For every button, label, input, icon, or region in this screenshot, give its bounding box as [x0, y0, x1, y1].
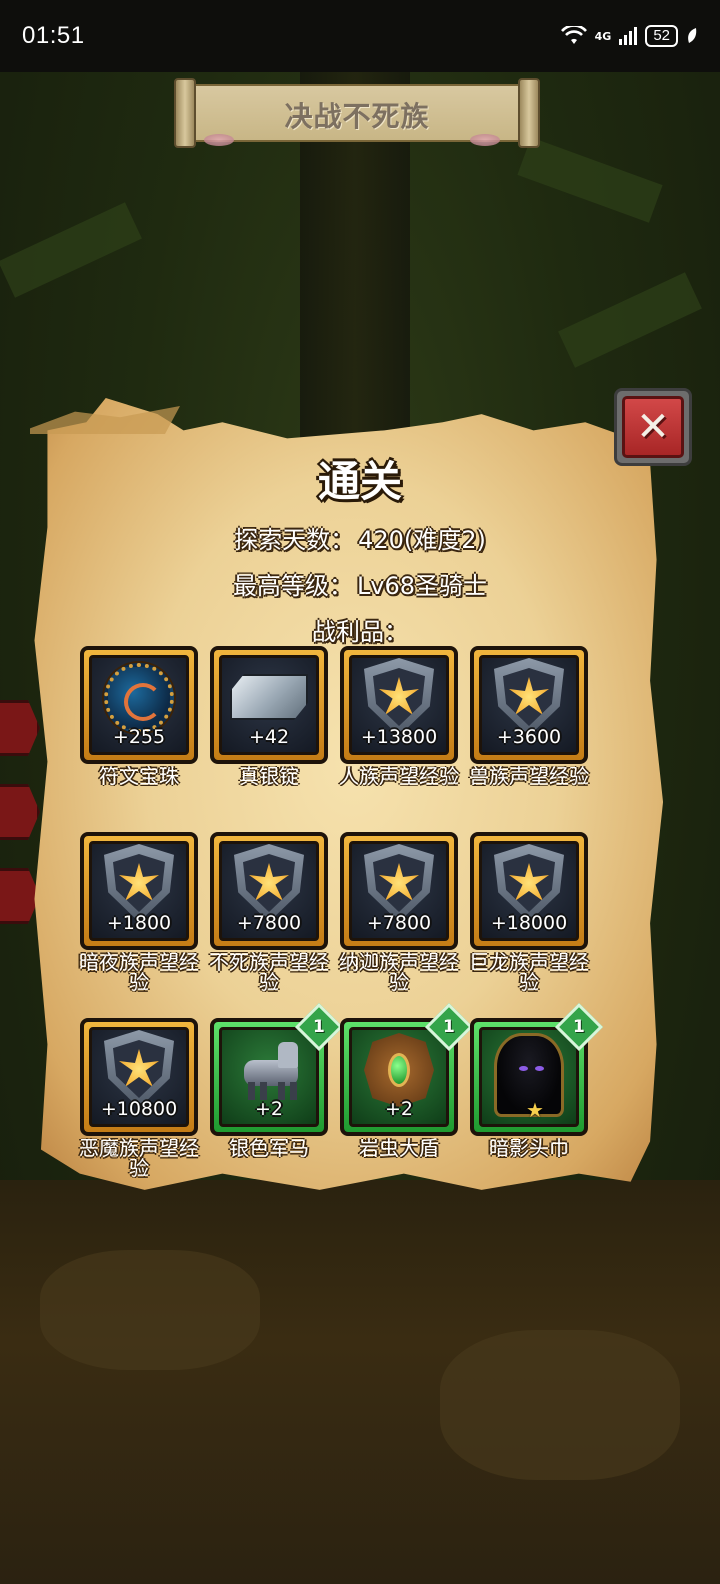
silver-ingot-icon	[230, 674, 308, 720]
silver-warhorse-icon	[232, 1038, 306, 1102]
item-name: 巨龙族声望经验	[469, 952, 589, 992]
item-frame[interactable]: +2 1	[210, 1002, 344, 1136]
reputation-shield-icon	[494, 658, 564, 736]
star-icon: ★	[526, 1098, 544, 1122]
max-level-value: Lv68圣骑士	[356, 572, 488, 600]
clock: 01:51	[22, 22, 85, 49]
loot-item[interactable]: +42 真银锭	[210, 646, 328, 810]
item-quantity: +42	[248, 726, 290, 748]
item-quantity: +13800	[360, 726, 438, 748]
item-quantity: +7800	[366, 912, 432, 934]
loot-item[interactable]: +2 1 银色军马	[210, 1002, 344, 1182]
network-type: 4G	[594, 29, 612, 43]
item-frame[interactable]: +10800	[80, 1018, 198, 1136]
loot-grid: +255 符文宝珠 +42 真银锭 +13800 人族声望经验 +3600 兽族…	[79, 646, 604, 1182]
item-quantity: +3600	[496, 726, 562, 748]
item-frame[interactable]: +2 1	[340, 1002, 474, 1136]
reputation-shield-icon	[104, 844, 174, 922]
rock	[40, 1250, 260, 1370]
max-level-row: 最高等级： Lv68圣骑士	[0, 566, 720, 601]
item-frame[interactable]: +42	[210, 646, 328, 764]
status-bar: 01:51 4G 52	[0, 0, 720, 72]
reputation-shield-icon	[104, 1030, 174, 1108]
reputation-shield-icon	[364, 844, 434, 922]
item-name: 岩虫大盾	[359, 1138, 439, 1158]
rockworm-shield-icon	[364, 1033, 434, 1107]
loot-item[interactable]: +13800 人族声望经验	[339, 646, 459, 810]
rune-orb-icon	[104, 663, 174, 733]
item-name: 不死族声望经验	[209, 952, 329, 992]
blossom-decoration	[470, 134, 500, 146]
explore-days-value: 420(难度2)	[358, 526, 486, 554]
signal-icon	[619, 27, 638, 45]
battery-icon: 52	[645, 25, 678, 47]
foliage	[0, 202, 142, 298]
item-frame[interactable]: +13800	[340, 646, 458, 764]
item-quantity: +10800	[100, 1098, 178, 1120]
stage-title: 决战不死族	[284, 100, 430, 133]
foliage	[558, 272, 702, 368]
blossom-decoration	[204, 134, 234, 146]
item-frame[interactable]: +1800	[80, 832, 198, 950]
item-name: 暗夜族声望经验	[79, 952, 199, 992]
item-quantity: +2	[254, 1098, 283, 1120]
item-quantity: +7800	[236, 912, 302, 934]
item-frame[interactable]: +255	[80, 646, 198, 764]
loot-item[interactable]: +3600 兽族声望经验	[469, 646, 589, 810]
reputation-shield-icon	[494, 844, 564, 922]
close-icon: ✕	[636, 404, 670, 450]
loot-item[interactable]: +255 符文宝珠	[80, 646, 198, 810]
item-name: 银色军马	[229, 1138, 309, 1158]
item-quantity: +255	[112, 726, 166, 748]
stage-banner: 决战不死族	[174, 78, 540, 148]
loot-label: 战利品：	[312, 618, 408, 646]
item-quantity: +2	[384, 1098, 413, 1120]
loot-item[interactable]: ★ 1 暗影头巾	[470, 1002, 604, 1182]
loot-item[interactable]: +10800 恶魔族声望经验	[79, 1018, 199, 1182]
loot-item[interactable]: +2 1 岩虫大盾	[340, 1002, 474, 1182]
foliage	[517, 137, 663, 223]
item-frame[interactable]: +3600	[470, 646, 588, 764]
item-name: 兽族声望经验	[469, 766, 589, 786]
leaf-icon	[688, 28, 697, 43]
item-name: 真银锭	[239, 766, 299, 786]
wifi-icon	[560, 26, 587, 44]
item-name: 恶魔族声望经验	[79, 1138, 199, 1178]
item-frame[interactable]: +18000	[470, 832, 588, 950]
item-frame[interactable]: +7800	[340, 832, 458, 950]
item-frame[interactable]: ★ 1	[470, 1002, 604, 1136]
status-icons: 4G 52	[560, 25, 698, 47]
loot-item[interactable]: +7800 纳迦族声望经验	[339, 832, 459, 996]
max-level-label: 最高等级：	[232, 572, 353, 600]
item-name: 暗影头巾	[489, 1138, 569, 1158]
item-name: 纳迦族声望经验	[339, 952, 459, 992]
loot-item[interactable]: +18000 巨龙族声望经验	[469, 832, 589, 996]
explore-days-row: 探索天数： 420(难度2)	[0, 520, 720, 555]
rock	[440, 1330, 680, 1480]
loot-item[interactable]: +7800 不死族声望经验	[209, 832, 329, 996]
item-quantity: +18000	[490, 912, 568, 934]
reputation-shield-icon	[364, 658, 434, 736]
item-name: 符文宝珠	[99, 766, 179, 786]
explore-days-label: 探索天数：	[234, 526, 355, 554]
item-quantity: +1800	[106, 912, 172, 934]
item-frame[interactable]: +7800	[210, 832, 328, 950]
item-name: 人族声望经验	[339, 766, 459, 786]
loot-item[interactable]: +1800 暗夜族声望经验	[79, 832, 199, 996]
reputation-shield-icon	[234, 844, 304, 922]
result-title: 通关	[317, 457, 402, 506]
